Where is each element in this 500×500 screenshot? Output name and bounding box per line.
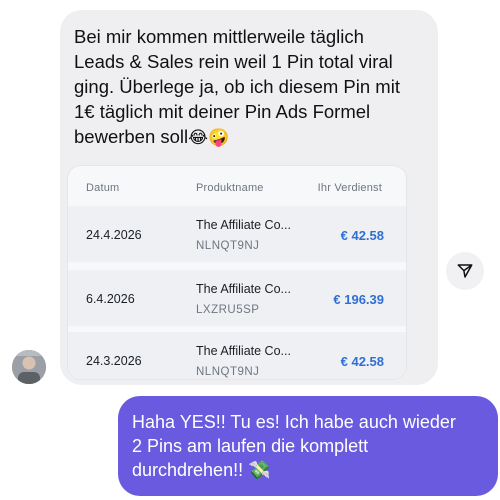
- row-earnings: € 42.58: [340, 228, 384, 243]
- row-product: The Affiliate Co...: [196, 282, 291, 296]
- row-date: 24.4.2026: [86, 228, 142, 242]
- incoming-message-bubble: Bei mir kommen mittlerweile täglich Lead…: [60, 10, 438, 385]
- outgoing-message-emoji: 💸: [248, 460, 271, 480]
- row-product: The Affiliate Co...: [196, 344, 291, 358]
- paper-plane-icon: [457, 264, 473, 278]
- row-earnings: € 196.39: [333, 292, 384, 307]
- share-button[interactable]: [446, 252, 484, 290]
- row-code: LXZRU5SP: [196, 304, 260, 316]
- outgoing-message-body: Haha YES!! Tu es! Ich habe auch wieder 2…: [132, 412, 456, 480]
- header-date: Datum: [86, 182, 120, 194]
- row-earnings: € 42.58: [340, 354, 384, 369]
- table-header: Datum Produktname Ihr Verdienst: [68, 166, 406, 206]
- outgoing-message-text: Haha YES!! Tu es! Ich habe auch wieder 2…: [132, 410, 488, 482]
- header-earnings: Ihr Verdienst: [317, 182, 382, 194]
- incoming-message-text: Bei mir kommen mittlerweile täglich Lead…: [74, 24, 432, 150]
- header-product: Produktname: [196, 182, 264, 194]
- user-avatar[interactable]: [12, 350, 46, 384]
- row-code: NLNQT9NJ: [196, 240, 260, 252]
- incoming-message-body: Bei mir kommen mittlerweile täglich Lead…: [74, 26, 400, 147]
- row-code: NLNQT9NJ: [196, 366, 260, 378]
- row-product: The Affiliate Co...: [196, 218, 291, 232]
- avatar-image: [12, 350, 46, 384]
- row-date: 24.3.2026: [86, 354, 142, 368]
- row-date: 6.4.2026: [86, 292, 135, 306]
- table-row: 6.4.2026 The Affiliate Co... LXZRU5SP € …: [68, 270, 406, 326]
- outgoing-message-bubble: Haha YES!! Tu es! Ich habe auch wieder 2…: [118, 396, 498, 496]
- table-row: 24.4.2026 The Affiliate Co... NLNQT9NJ €…: [68, 206, 406, 262]
- table-row: 24.3.2026 The Affiliate Co... NLNQT9NJ €…: [68, 332, 406, 379]
- incoming-message-emojis: 😂🤪: [188, 128, 230, 147]
- earnings-table-screenshot: Datum Produktname Ihr Verdienst 24.4.202…: [67, 165, 407, 380]
